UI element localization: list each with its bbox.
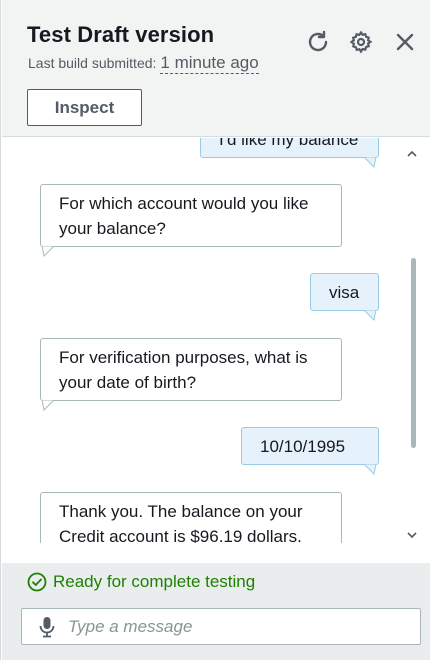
bubble-tail [364,157,376,169]
build-status: Ready for complete testing [27,572,255,592]
chat-message-bot: Thank you. The balance on your Credit ac… [40,492,342,543]
panel-header: Test Draft version Last build submitted:… [2,0,430,137]
chat-message-bot: For which account would you like your ba… [40,184,342,247]
bubble-tail [364,464,376,476]
chat-message-user: I'd like my balance [200,138,379,158]
message-input[interactable] [68,616,398,637]
close-icon[interactable] [392,29,418,55]
settings-icon[interactable] [348,29,374,55]
build-time-tooltip[interactable]: 1 minute ago [160,53,259,74]
microphone-icon[interactable] [36,616,58,638]
bubble-tail [42,246,54,258]
chat-message-user: visa [310,273,379,311]
refresh-icon[interactable] [305,29,331,55]
scroll-up-icon[interactable] [403,146,421,160]
status-text: Ready for complete testing [53,572,256,591]
bubble-tail [42,400,54,412]
message-input-box[interactable] [21,608,421,645]
test-bot-panel: Test Draft version Last build submitted:… [0,0,430,660]
check-circle-icon [27,572,47,592]
scrollbar-thumb[interactable] [411,258,416,448]
subtitle-label: Last build submitted: [28,55,157,71]
chat-message-bot: For verification purposes, what is your … [40,338,342,401]
chat-message-user: 10/10/1995 [241,427,379,465]
page-title: Test Draft version [27,22,215,47]
panel-footer: Ready for complete testing [2,563,430,660]
scroll-down-icon[interactable] [403,528,421,542]
bubble-tail [364,310,376,322]
inspect-button[interactable]: Inspect [27,89,142,126]
build-status-subtitle: Last build submitted: 1 minute ago [28,53,259,74]
conversation-area[interactable]: I'd like my balance For which account wo… [2,138,430,543]
